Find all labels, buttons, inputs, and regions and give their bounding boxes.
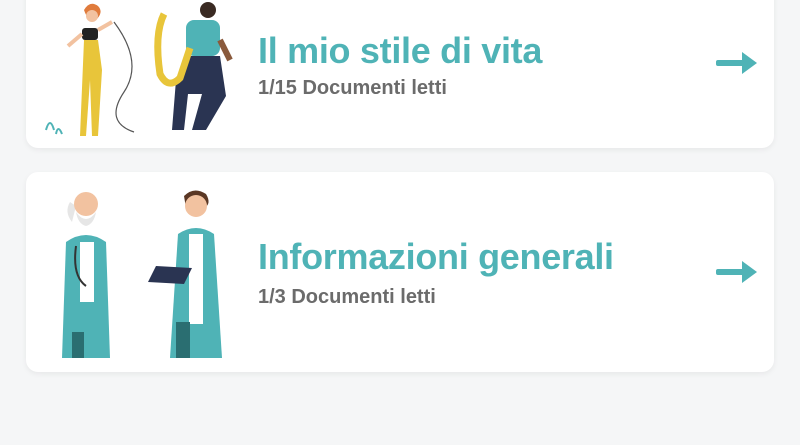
musicians-illustration	[45, 2, 233, 136]
arrow-right-icon[interactable]	[716, 260, 758, 284]
category-card-lifestyle[interactable]: Il mio stile di vita 1/15 Documenti lett…	[26, 0, 774, 148]
arrow-right-icon[interactable]	[716, 51, 758, 75]
card-title: Informazioni generali	[258, 236, 614, 277]
doctors-illustration	[62, 190, 222, 358]
documents-read-count: 1/3 Documenti letti	[258, 286, 436, 308]
category-card-general-info[interactable]: Informazioni generali 1/3 Documenti lett…	[26, 172, 774, 372]
card-title: Il mio stile di vita	[258, 30, 543, 71]
documents-read-count: 1/15 Documenti letti	[258, 77, 447, 99]
